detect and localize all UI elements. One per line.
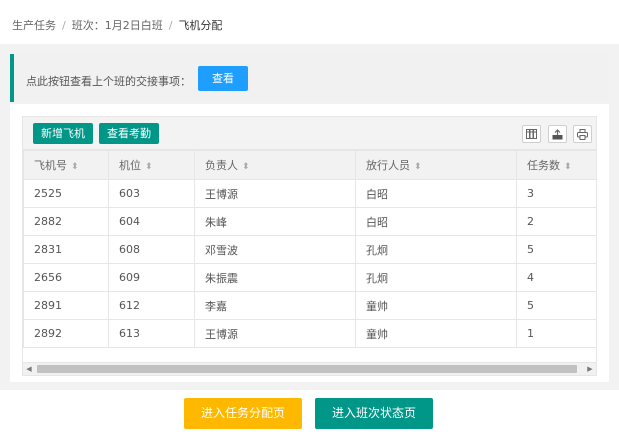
table-row[interactable]: 2882 604 朱峰 白昭 2 (23, 207, 596, 236)
cell-task-count: 5 (516, 235, 596, 264)
shift-status-page-button[interactable]: 进入班次状态页 (315, 398, 433, 429)
cell-aircraft-no: 2882 (23, 207, 109, 236)
top-bar: 生产任务 / 班次：1月2日白班 / 飞机分配 (0, 0, 619, 44)
breadcrumb-item-production-task[interactable]: 生产任务 (12, 19, 56, 32)
scrollbar-thumb[interactable] (37, 365, 577, 373)
breadcrumb-separator: / (62, 19, 66, 32)
cell-responsible: 朱峰 (194, 207, 356, 236)
cell-stand: 604 (108, 207, 195, 236)
view-attendance-button[interactable]: 查看考勤 (99, 123, 159, 144)
breadcrumb: 生产任务 / 班次：1月2日白班 / 飞机分配 (12, 17, 222, 33)
cell-aircraft-no: 2656 (23, 263, 109, 292)
columns-icon[interactable] (522, 125, 541, 143)
sort-icon[interactable]: ⬍ (414, 162, 422, 172)
handover-notice: 点此按钮查看上个班的交接事项： 查看 (10, 54, 609, 102)
cell-release-staff: 孔炯 (355, 235, 517, 264)
cell-task-count: 2 (516, 207, 596, 236)
column-header-responsible[interactable]: 负责人 ⬍ (194, 150, 356, 180)
cell-release-staff: 童帅 (355, 319, 517, 348)
view-handover-button[interactable]: 查看 (198, 66, 248, 91)
print-icon[interactable] (573, 125, 592, 143)
aircraft-panel: 新增飞机 查看考勤 飞机号⬍ 机位⬍ 负责人⬍ 放行人员⬍ 任务数⬍ (10, 104, 609, 382)
cell-responsible: 王博源 (194, 319, 356, 348)
cell-responsible: 李嘉 (194, 291, 356, 320)
notice-text: 点此按钮查看上个班的交接事项： (26, 75, 191, 88)
cell-stand: 603 (108, 179, 195, 208)
scroll-left-icon[interactable]: ◀ (23, 363, 35, 375)
export-icon[interactable] (548, 125, 567, 143)
sort-icon[interactable]: ⬍ (242, 162, 250, 172)
cell-aircraft-no: 2892 (23, 319, 109, 348)
table-header-row: 飞机号 ⬍ 机位 ⬍ 负责人 ⬍ 放行人员 ⬍ 任务数 ⬍ (23, 150, 596, 180)
table-toolbar: 新增飞机 查看考勤 (22, 116, 597, 150)
add-aircraft-button[interactable]: 新增飞机 (33, 123, 93, 144)
table-row[interactable]: 2892 613 王博源 童帅 1 (23, 319, 596, 348)
cell-release-staff: 童帅 (355, 291, 517, 320)
column-header-aircraft-no[interactable]: 飞机号 ⬍ (23, 150, 109, 180)
table-row[interactable]: 2831 608 邓雪波 孔炯 5 (23, 235, 596, 264)
cell-task-count: 4 (516, 263, 596, 292)
cell-release-staff: 白昭 (355, 179, 517, 208)
column-header-stand[interactable]: 机位 ⬍ (108, 150, 195, 180)
scroll-right-icon[interactable]: ▶ (584, 363, 596, 375)
sort-icon[interactable]: ⬍ (71, 162, 79, 172)
cell-stand: 609 (108, 263, 195, 292)
cell-task-count: 1 (516, 319, 596, 348)
cell-responsible: 邓雪波 (194, 235, 356, 264)
table-row[interactable]: 2891 612 李嘉 童帅 5 (23, 291, 596, 320)
cell-task-count: 5 (516, 291, 596, 320)
breadcrumb-item-shift[interactable]: 班次：1月2日白班 (72, 19, 163, 32)
cell-task-count: 3 (516, 179, 596, 208)
cell-stand: 612 (108, 291, 195, 320)
column-header-task-count[interactable]: 任务数 ⬍ (516, 150, 596, 180)
cell-aircraft-no: 2891 (23, 291, 109, 320)
cell-stand: 613 (108, 319, 195, 348)
breadcrumb-item-current: 飞机分配 (178, 19, 223, 32)
aircraft-table-container: 飞机号 ⬍ 机位 ⬍ 负责人 ⬍ 放行人员 ⬍ 任务数 ⬍ 2525 603 王博源 白昭… (22, 150, 597, 362)
task-assign-page-button[interactable]: 进入任务分配页 (184, 398, 302, 429)
cell-release-staff: 孔炯 (355, 263, 517, 292)
cell-aircraft-no: 2831 (23, 235, 109, 264)
cell-release-staff: 白昭 (355, 207, 517, 236)
footer-actions: 进入任务分配页 进入班次状态页 (0, 390, 619, 439)
cell-responsible: 王博源 (194, 179, 356, 208)
sort-icon[interactable]: ⬍ (145, 162, 153, 172)
table-row[interactable]: 2656 609 朱振震 孔炯 4 (23, 263, 596, 292)
table-row[interactable]: 2525 603 王博源 白昭 3 (23, 179, 596, 208)
sort-icon[interactable]: ⬍ (564, 162, 572, 172)
cell-aircraft-no: 2525 (23, 179, 109, 208)
cell-stand: 608 (108, 235, 195, 264)
aircraft-table: 飞机号 ⬍ 机位 ⬍ 负责人 ⬍ 放行人员 ⬍ 任务数 ⬍ 2525 603 王博源 白昭… (23, 150, 596, 348)
column-header-release-staff[interactable]: 放行人员 ⬍ (355, 150, 517, 180)
horizontal-scrollbar[interactable]: ◀ ▶ (22, 362, 597, 376)
cell-responsible: 朱振震 (194, 263, 356, 292)
breadcrumb-separator: / (168, 19, 173, 32)
